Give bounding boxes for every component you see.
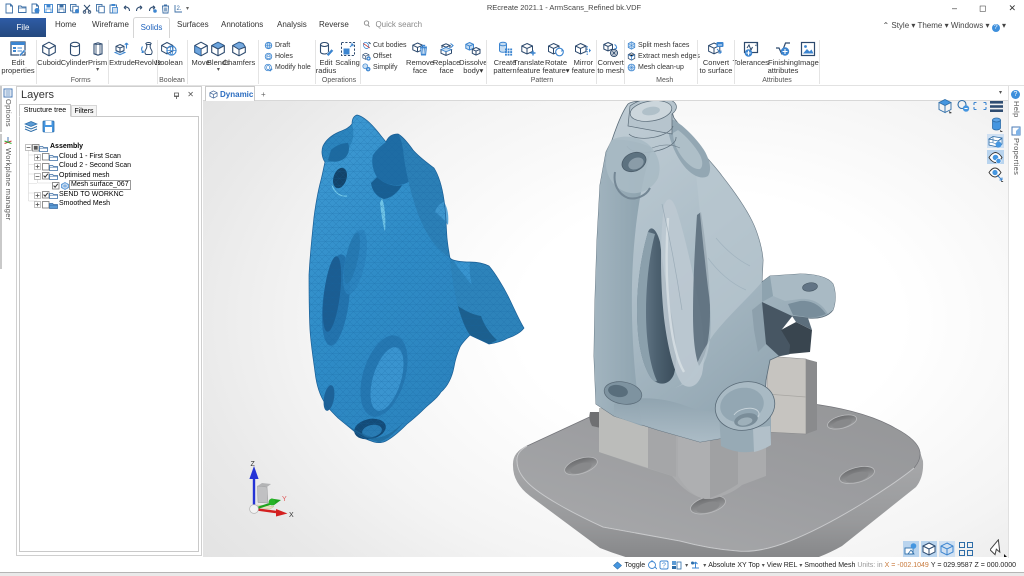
- svg-text:Z: Z: [251, 461, 256, 468]
- svg-text:X: X: [289, 512, 294, 519]
- svg-text:4: 4: [755, 43, 758, 49]
- svg-text:on: on: [718, 42, 722, 47]
- svg-text:Y: Y: [282, 496, 287, 503]
- svg-text:?: ?: [662, 563, 666, 570]
